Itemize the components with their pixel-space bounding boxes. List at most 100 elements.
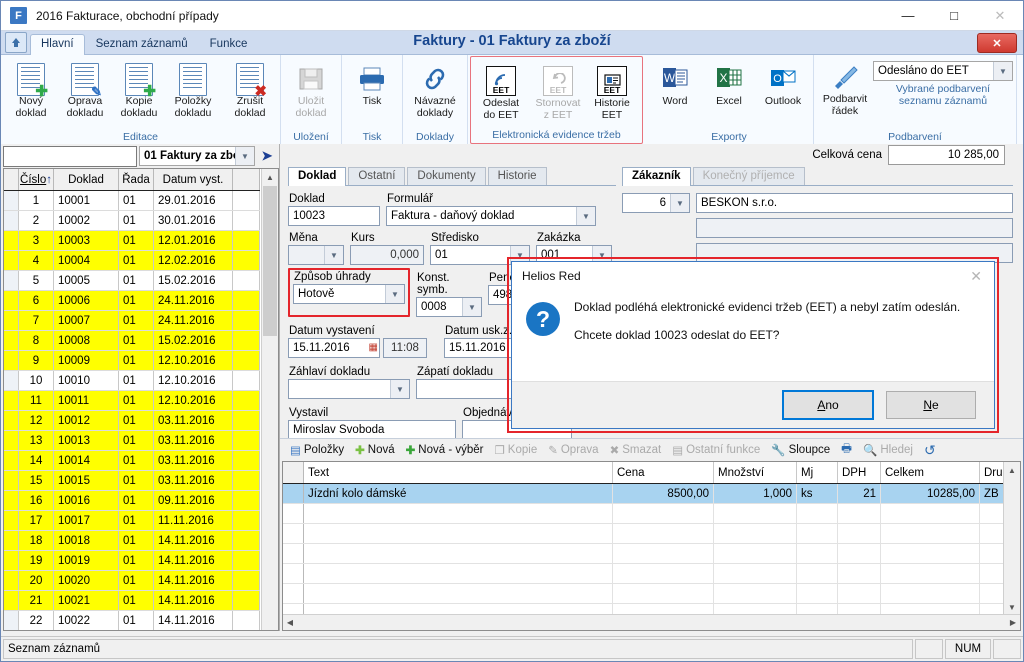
table-row[interactable]: 5 10005 01 15.02.2016 bbox=[4, 270, 260, 291]
table-row[interactable]: 2 10002 01 30.01.2016 bbox=[4, 210, 260, 231]
row-marker[interactable] bbox=[4, 590, 19, 611]
scroll-right-icon[interactable]: ▶ bbox=[1006, 618, 1020, 627]
cell-druh[interactable]: ZB bbox=[979, 483, 1004, 504]
dialog-yes-button[interactable]: Ano bbox=[782, 390, 874, 420]
cell-text[interactable]: Jízdní kolo dámské bbox=[303, 483, 613, 504]
cell-doklad[interactable]: 10014 bbox=[53, 450, 119, 471]
formular-select[interactable]: Faktura - daňový doklad ▼ bbox=[386, 206, 596, 226]
cell-num[interactable]: 12 bbox=[18, 410, 54, 431]
table-row[interactable]: 8 10008 01 15.02.2016 bbox=[4, 330, 260, 351]
cell-doklad[interactable]: 10015 bbox=[53, 470, 119, 491]
tab-historie[interactable]: Historie bbox=[487, 167, 547, 185]
podbarveni-select[interactable]: Odesláno do EET ▼ bbox=[873, 61, 1013, 81]
col-header-rada[interactable]: Řada bbox=[118, 169, 154, 191]
cell-rada[interactable]: 01 bbox=[118, 550, 154, 571]
cell-datum[interactable]: 15.02.2016 bbox=[153, 270, 233, 291]
kurs-input[interactable]: 0,000 bbox=[350, 245, 424, 265]
cell-num[interactable]: 5 bbox=[18, 270, 54, 291]
ribbon-button-historie-eet[interactable]: EET Historie EET bbox=[585, 62, 639, 123]
cell-doklad[interactable]: 10001 bbox=[53, 190, 119, 211]
tab-ostatni[interactable]: Ostatní bbox=[348, 167, 406, 185]
customer-code-select[interactable]: 6 ▼ bbox=[622, 193, 690, 213]
cell-datum[interactable]: 12.02.2016 bbox=[153, 250, 233, 271]
table-row[interactable]: 3 10003 01 12.01.2016 bbox=[4, 230, 260, 251]
items-button-oprava[interactable]: ✎ Oprava bbox=[544, 443, 602, 457]
cell-doklad[interactable]: 10009 bbox=[53, 350, 119, 371]
cell-rada[interactable]: 01 bbox=[118, 610, 154, 630]
cell-doklad[interactable]: 10012 bbox=[53, 410, 119, 431]
customer-line2-input[interactable] bbox=[696, 218, 1013, 238]
row-marker[interactable] bbox=[4, 230, 19, 251]
cell-num[interactable]: 2 bbox=[18, 210, 54, 231]
view-select[interactable]: 01 Faktury za zbo ▼ bbox=[139, 146, 255, 166]
scroll-up-icon[interactable]: ▲ bbox=[262, 169, 278, 185]
table-row[interactable]: 1 10001 01 29.01.2016 bbox=[4, 190, 260, 211]
items-button-polozky[interactable]: ▤ Položky bbox=[286, 443, 348, 457]
row-marker[interactable] bbox=[4, 290, 19, 311]
row-marker[interactable] bbox=[4, 410, 19, 431]
ribbon-button-novy-doklad[interactable]: ✚ Nový doklad bbox=[4, 60, 58, 121]
konst-symb-select[interactable]: 0008 ▼ bbox=[416, 297, 482, 317]
cell-doklad[interactable]: 10016 bbox=[53, 490, 119, 511]
table-row[interactable]: 22 10022 01 14.11.2016 bbox=[4, 610, 260, 630]
row-marker[interactable] bbox=[4, 530, 19, 551]
table-row[interactable]: 17 10017 01 11.11.2016 bbox=[4, 510, 260, 531]
row-marker[interactable] bbox=[4, 370, 19, 391]
cell-datum[interactable]: 03.11.2016 bbox=[153, 450, 233, 471]
table-row[interactable]: 7 10007 01 24.11.2016 bbox=[4, 310, 260, 331]
mena-select[interactable]: ▼ bbox=[288, 245, 344, 265]
table-row[interactable]: 10 10010 01 12.10.2016 bbox=[4, 370, 260, 391]
row-marker[interactable] bbox=[283, 483, 304, 504]
cell-num[interactable]: 18 bbox=[18, 530, 54, 551]
cell-datum[interactable]: 14.11.2016 bbox=[153, 550, 233, 571]
cell-rada[interactable]: 01 bbox=[118, 510, 154, 531]
cell-datum[interactable]: 14.11.2016 bbox=[153, 610, 233, 630]
scroll-left-icon[interactable]: ◀ bbox=[283, 618, 297, 627]
cell-num[interactable]: 11 bbox=[18, 390, 54, 411]
row-marker[interactable] bbox=[4, 430, 19, 451]
cell-doklad[interactable]: 10004 bbox=[53, 250, 119, 271]
ribbon-tab-seznam-zaznamu[interactable]: Seznam záznamů bbox=[85, 35, 199, 54]
cell-doklad[interactable]: 10006 bbox=[53, 290, 119, 311]
tab-doklad[interactable]: Doklad bbox=[288, 167, 347, 186]
cell-num[interactable]: 22 bbox=[18, 610, 54, 630]
ribbon-button-ulozit-doklad[interactable]: Uložit doklad bbox=[284, 60, 338, 121]
cell-rada[interactable]: 01 bbox=[118, 350, 154, 371]
cell-rada[interactable]: 01 bbox=[118, 530, 154, 551]
row-marker[interactable] bbox=[4, 350, 19, 371]
col-header-druh[interactable]: Druh bbox=[979, 462, 1004, 484]
ribbon-button-word[interactable]: W Word bbox=[648, 60, 702, 110]
table-row[interactable]: 12 10012 01 03.11.2016 bbox=[4, 410, 260, 431]
table-row[interactable]: 4 10004 01 12.02.2016 bbox=[4, 250, 260, 271]
ribbon-button-tisk[interactable]: Tisk bbox=[345, 60, 399, 110]
ribbon-button-outlook[interactable]: O Outlook bbox=[756, 60, 810, 110]
cell-datum[interactable]: 03.11.2016 bbox=[153, 410, 233, 431]
row-marker[interactable] bbox=[4, 250, 19, 271]
cell-datum[interactable]: 12.10.2016 bbox=[153, 390, 233, 411]
row-marker[interactable] bbox=[4, 610, 19, 630]
table-row[interactable]: 9 10009 01 12.10.2016 bbox=[4, 350, 260, 371]
cell-num[interactable]: 13 bbox=[18, 430, 54, 451]
cell-datum[interactable]: 29.01.2016 bbox=[153, 190, 233, 211]
cell-rada[interactable]: 01 bbox=[118, 290, 154, 311]
cell-num[interactable]: 6 bbox=[18, 290, 54, 311]
close-icon[interactable]: ✕ bbox=[977, 1, 1023, 30]
table-row[interactable]: 6 10006 01 24.11.2016 bbox=[4, 290, 260, 311]
row-marker[interactable] bbox=[4, 330, 19, 351]
ribbon-button-kopie-dokladu[interactable]: ✚ Kopie dokladu bbox=[112, 60, 166, 121]
table-row[interactable]: 21 10021 01 14.11.2016 bbox=[4, 590, 260, 611]
col-header-text[interactable]: Text bbox=[303, 462, 613, 484]
cell-doklad[interactable]: 10002 bbox=[53, 210, 119, 231]
row-marker[interactable] bbox=[4, 210, 19, 231]
ribbon-button-podbarvit-radek[interactable]: Podbarvit řádek bbox=[817, 58, 873, 119]
document-close-button[interactable]: ✕ bbox=[977, 33, 1017, 53]
table-row[interactable]: 18 10018 01 14.11.2016 bbox=[4, 530, 260, 551]
items-button-ostatni-funkce[interactable]: ▤ Ostatní funkce bbox=[668, 443, 764, 457]
row-marker[interactable] bbox=[4, 270, 19, 291]
cell-rada[interactable]: 01 bbox=[118, 190, 154, 211]
cell-doklad[interactable]: 10021 bbox=[53, 590, 119, 611]
cell-num[interactable]: 9 bbox=[18, 350, 54, 371]
cell-num[interactable]: 3 bbox=[18, 230, 54, 251]
cell-doklad[interactable]: 10019 bbox=[53, 550, 119, 571]
ribbon-button-excel[interactable]: X Excel bbox=[702, 60, 756, 110]
